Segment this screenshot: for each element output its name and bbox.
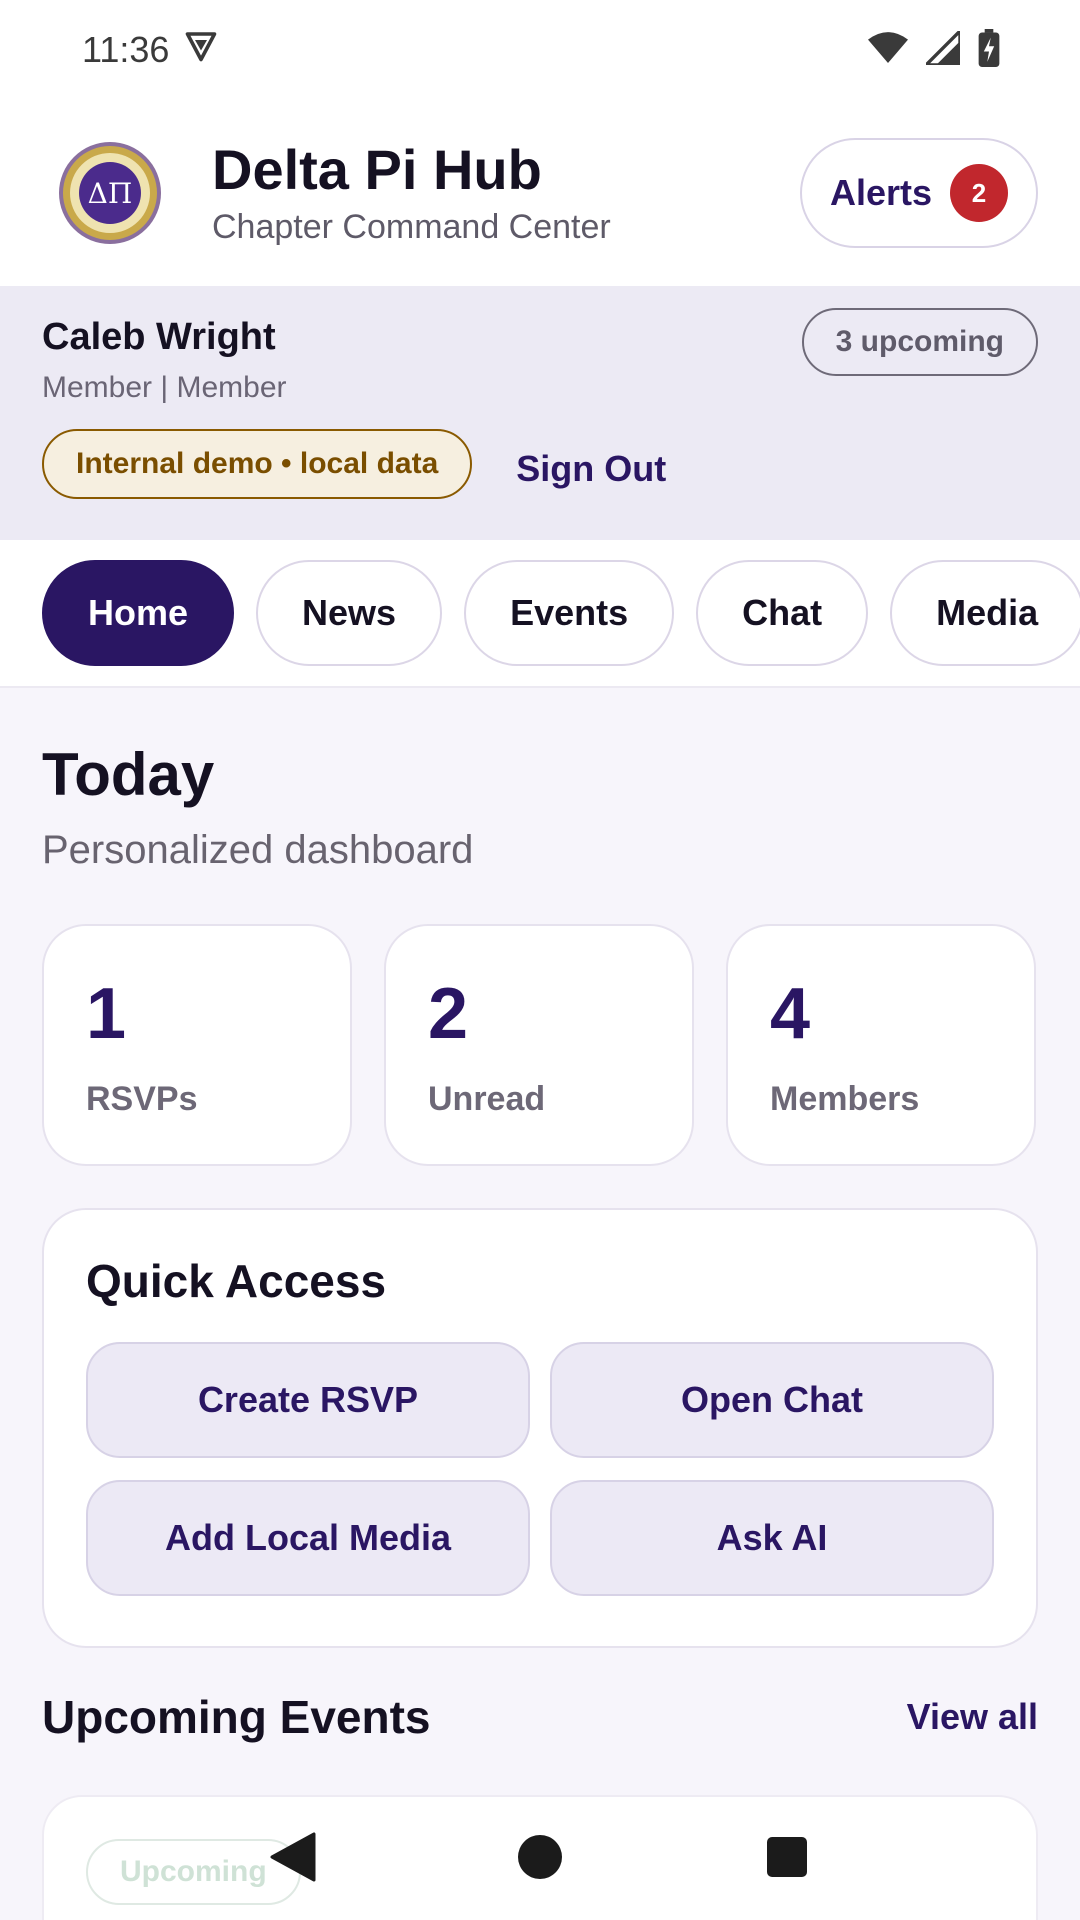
signal-icon — [921, 26, 962, 70]
app-title: Delta Pi Hub — [212, 137, 542, 201]
tab-news[interactable]: News — [256, 560, 443, 666]
quick-access-grid: Create RSVP Open Chat Add Local Media As… — [86, 1342, 994, 1596]
alerts-button[interactable]: Alerts 2 — [800, 138, 1038, 248]
wifi-icon — [868, 31, 908, 70]
ask-ai-button[interactable]: Ask AI — [550, 1480, 994, 1596]
nav-tabs: Home News Events Chat Media — [0, 540, 1080, 688]
status-left: 11:36 — [82, 28, 219, 73]
stat-card-unread[interactable]: 2 Unread — [384, 924, 694, 1166]
user-role: Member | Member — [42, 371, 287, 404]
app-subtitle: Chapter Command Center — [212, 208, 611, 247]
stat-value: 1 — [86, 974, 127, 1054]
create-rsvp-button[interactable]: Create RSVP — [86, 1342, 530, 1458]
recents-icon[interactable] — [757, 1827, 817, 1887]
profile-panel: Caleb Wright Member | Member 3 upcoming … — [0, 286, 1080, 540]
quick-access-title: Quick Access — [86, 1255, 387, 1307]
stat-value: 4 — [770, 974, 811, 1054]
stat-label: Members — [770, 1080, 920, 1118]
home-icon[interactable] — [510, 1827, 570, 1887]
upcoming-events-header: Upcoming Events View all — [42, 1690, 1038, 1744]
stat-label: Unread — [428, 1080, 546, 1118]
open-chat-button[interactable]: Open Chat — [550, 1342, 994, 1458]
view-all-link[interactable]: View all — [907, 1696, 1038, 1738]
add-local-media-button[interactable]: Add Local Media — [86, 1480, 530, 1596]
alerts-count-badge: 2 — [950, 164, 1009, 222]
stat-card-members[interactable]: 4 Members — [726, 924, 1036, 1166]
alerts-label: Alerts — [829, 172, 933, 213]
svg-text:ΔΠ: ΔΠ — [88, 177, 133, 210]
status-bar: 11:36 — [0, 0, 1080, 100]
header-text: Delta Pi Hub Chapter Command Center — [212, 139, 800, 248]
stat-label: RSVPs — [86, 1080, 198, 1118]
stat-card-rsvps[interactable]: 1 RSVPs — [42, 924, 352, 1166]
battery-charging-icon — [978, 28, 1000, 72]
demo-data-badge: Internal demo • local data — [42, 429, 473, 499]
back-icon[interactable] — [263, 1827, 323, 1887]
quick-access-card: Quick Access Create RSVP Open Chat Add L… — [42, 1208, 1038, 1648]
upcoming-events-title: Upcoming Events — [42, 1691, 431, 1743]
page-title: Today — [42, 741, 215, 808]
profile-actions: Internal demo • local data Sign Out — [42, 429, 1038, 499]
sign-out-button[interactable]: Sign Out — [516, 448, 666, 490]
vpn-shield-icon — [183, 28, 219, 73]
tab-chat[interactable]: Chat — [696, 560, 869, 666]
status-right — [868, 26, 1000, 72]
chapter-seal-logo: ΔΠ — [58, 141, 162, 245]
tab-home[interactable]: Home — [42, 560, 235, 666]
upcoming-count-badge: 3 upcoming — [801, 308, 1038, 376]
tab-events[interactable]: Events — [464, 560, 675, 666]
stats-row: 1 RSVPs 2 Unread 4 Members — [42, 924, 1038, 1166]
page-subtitle: Personalized dashboard — [42, 828, 474, 872]
system-nav-bar — [0, 1794, 1080, 1920]
stat-value: 2 — [428, 974, 469, 1054]
tab-media[interactable]: Media — [890, 560, 1080, 666]
app-header: ΔΠ Delta Pi Hub Chapter Command Center A… — [0, 100, 1080, 286]
status-time: 11:36 — [82, 29, 170, 70]
